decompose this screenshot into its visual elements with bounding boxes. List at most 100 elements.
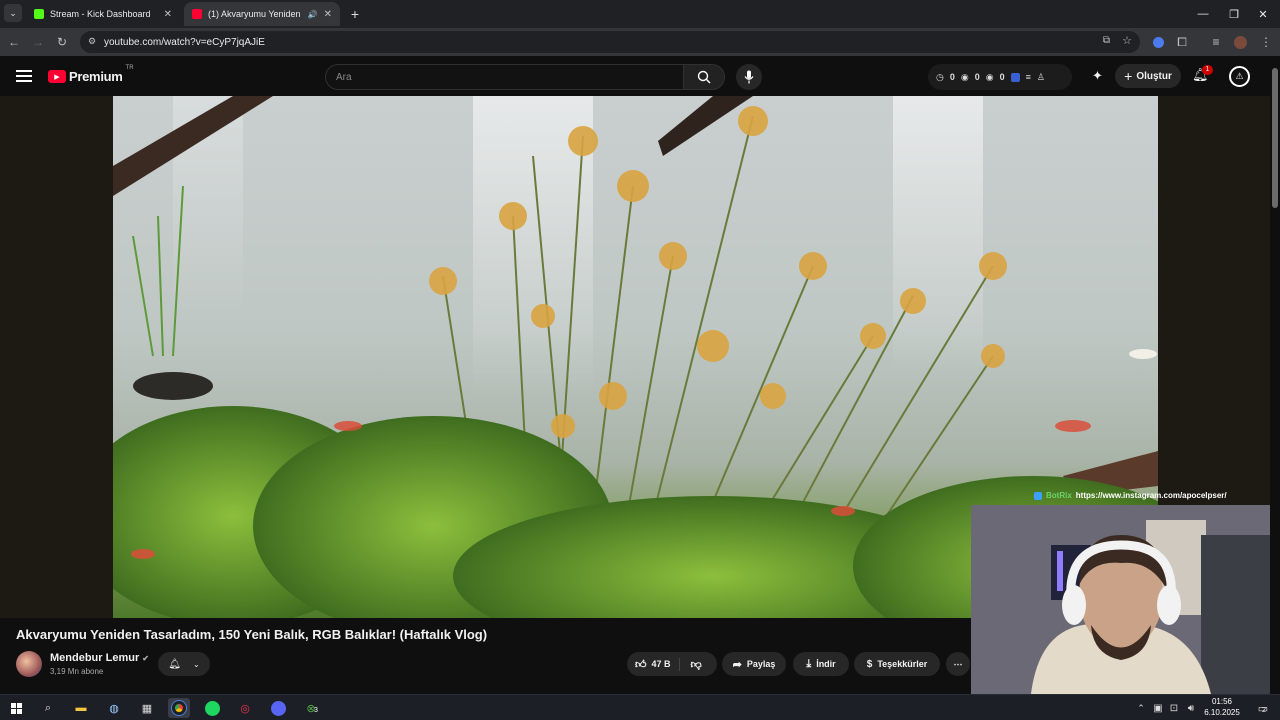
media-control-icon[interactable]: ≡ [1206, 32, 1226, 52]
thanks-button[interactable]: $ Teşekkürler [854, 652, 940, 676]
youtube-logo-icon: ▶ [48, 70, 66, 83]
channel-name-text: Mendebur Lemur [50, 652, 140, 664]
youtube-icon [192, 9, 202, 19]
tab-kick-dashboard[interactable]: Stream - Kick Dashboard ✕ [26, 2, 180, 26]
subscriber-count: 3,19 Mn abone [50, 667, 104, 676]
notification-center-count: 2 [1262, 707, 1266, 714]
voice-search-button[interactable] [736, 64, 762, 90]
search-button[interactable] [683, 64, 725, 90]
chrome-icon[interactable] [168, 698, 190, 718]
start-button[interactable] [5, 698, 27, 718]
url-text: youtube.com/watch?v=eCyP7jqAJiE [104, 36, 265, 48]
verified-badge-icon: ✔ [142, 654, 149, 663]
close-window-button[interactable]: ✕ [1246, 0, 1280, 28]
windows-taskbar: ⌕ ▬ ◍ ▦ ◎ ⊗ 3 ⌃ ▣ ⊡ 🔊︎ 01:56 6.10.2025 ▭… [0, 694, 1280, 720]
eye-icon: ◉ [960, 71, 969, 82]
channel-avatar[interactable] [16, 651, 42, 677]
bell-icon: 🔔︎ [168, 658, 181, 670]
tab-title: (1) Akvaryumu Yeniden Tasa [208, 9, 302, 19]
account-avatar[interactable]: ⚠ [1229, 66, 1250, 87]
microphone-icon [744, 70, 754, 84]
close-icon[interactable]: ✕ [324, 9, 332, 20]
spotify-icon[interactable] [201, 698, 223, 718]
dislike-button[interactable]: 👎︎ [685, 658, 702, 671]
logo-text: Premium [69, 69, 123, 84]
plus-icon: + [1124, 68, 1133, 84]
shorts-icon[interactable]: ✦ [1092, 68, 1103, 84]
download-label: İndir [816, 659, 836, 669]
xbox-badge: 3 [314, 707, 318, 714]
youtube-premium-logo[interactable]: ▶ Premium TR [48, 65, 134, 84]
more-icon: ⋯ [953, 658, 963, 669]
system-clock[interactable]: 01:56 6.10.2025 [1196, 696, 1248, 718]
thumbs-up-icon: 👍︎ [635, 658, 647, 671]
xbox-icon[interactable]: ⊗ [300, 698, 322, 718]
network-icon[interactable]: ⊡ [1166, 698, 1182, 718]
webcam-overlay [971, 505, 1280, 694]
stream-link-overlay: BotRix https://www.instagram.com/apocelp… [1034, 491, 1227, 500]
region-code: TR [125, 65, 134, 71]
back-button[interactable]: ← [4, 32, 24, 52]
browser-menu-icon[interactable]: ⋮ [1256, 32, 1276, 52]
new-tab-button[interactable]: + [344, 4, 366, 24]
extension-badge-icon[interactable] [1010, 72, 1020, 82]
youtube-header: ▶ Premium TR Ara ◷ 0 ◉ 0 ◉ 0 ≡ ♙ ✦ + Oluştur… [0, 56, 1280, 96]
navigation-bar: ← → ↻ ⚙ youtube.com/watch?v=eCyP7jqAJiE … [0, 28, 1280, 56]
store-icon[interactable]: ▦ [136, 698, 158, 718]
forward-button[interactable]: → [28, 32, 48, 52]
like-button[interactable]: 👍︎ 47 B [635, 657, 680, 671]
kick-icon [34, 9, 44, 19]
ext-count-1: 0 [949, 72, 955, 82]
trophy-icon[interactable]: ♙ [1037, 72, 1045, 83]
extension-icon[interactable] [1148, 32, 1168, 52]
search-taskbar-icon[interactable]: ⌕ [37, 698, 59, 718]
file-explorer-icon[interactable]: ▬ [70, 698, 92, 718]
list-icon[interactable]: ≡ [1026, 72, 1031, 82]
tray-overflow-icon[interactable]: ⌃ [1134, 698, 1148, 718]
clock-date: 6.10.2025 [1204, 708, 1240, 717]
scrollbar-thumb[interactable] [1272, 68, 1278, 208]
bookmark-star-icon[interactable]: ☆ [1122, 34, 1132, 47]
browser-tab-bar: ⌄ Stream - Kick Dashboard ✕ (1) Akvaryum… [0, 0, 1280, 28]
create-label: Oluştur [1136, 70, 1172, 82]
download-icon: ⤓ [806, 657, 812, 670]
search-input[interactable]: Ara [325, 64, 684, 90]
webcam-scene [971, 505, 1280, 694]
bot-name: BotRix [1046, 491, 1072, 500]
create-button[interactable]: + Oluştur [1115, 64, 1181, 88]
like-dislike-group: 👍︎ 47 B 👎︎ [627, 652, 717, 676]
address-bar[interactable]: ⚙ youtube.com/watch?v=eCyP7jqAJiE ⧉ ☆ [80, 31, 1140, 53]
extensions-puzzle-icon[interactable]: ⧠ [1172, 32, 1192, 52]
clock-icon: ◷ [936, 71, 944, 82]
reload-button[interactable]: ↻ [52, 32, 72, 52]
site-info-icon[interactable]: ⚙ [88, 36, 96, 47]
subscription-bell-button[interactable]: 🔔︎ ⌄ [158, 652, 210, 676]
extension-toolbar[interactable]: ◷ 0 ◉ 0 ◉ 0 ≡ ♙ [928, 64, 1072, 90]
share-button[interactable]: ➦ Paylaş [722, 652, 786, 676]
close-icon[interactable]: ✕ [164, 9, 172, 20]
steam-icon[interactable]: ◍ [103, 698, 125, 718]
minimize-button[interactable]: — [1186, 0, 1220, 28]
tab-search-button[interactable]: ⌄ [4, 4, 22, 22]
app-icon[interactable]: ◎ [234, 698, 256, 718]
search-placeholder: Ara [336, 71, 352, 83]
channel-name[interactable]: Mendebur Lemur ✔ [50, 652, 149, 664]
hamburger-menu-icon[interactable] [14, 68, 34, 84]
profile-avatar[interactable] [1230, 32, 1250, 52]
thanks-label: Teşekkürler [877, 659, 928, 669]
speaker-icon[interactable]: 🔊 [308, 10, 318, 19]
discord-icon[interactable] [267, 698, 289, 718]
download-button[interactable]: ⤓ İndir [793, 652, 849, 676]
like-count: 47 B [651, 659, 671, 669]
video-title: Akvaryumu Yeniden Tasarladım, 150 Yeni B… [16, 627, 488, 642]
more-actions-button[interactable]: ⋯ [946, 652, 970, 676]
eye-icon: ◉ [985, 71, 994, 82]
chevron-down-icon: ⌄ [193, 659, 200, 669]
install-app-icon[interactable]: ⧉ [1103, 35, 1110, 46]
bot-icon [1034, 491, 1042, 500]
clock-time: 01:56 [1211, 697, 1233, 706]
share-label: Paylaş [746, 659, 776, 669]
thumbs-down-icon: 👎︎ [690, 658, 702, 671]
tray-app-icon[interactable]: ▣ [1150, 698, 1166, 718]
tab-youtube-video[interactable]: (1) Akvaryumu Yeniden Tasa 🔊 ✕ [184, 2, 340, 26]
